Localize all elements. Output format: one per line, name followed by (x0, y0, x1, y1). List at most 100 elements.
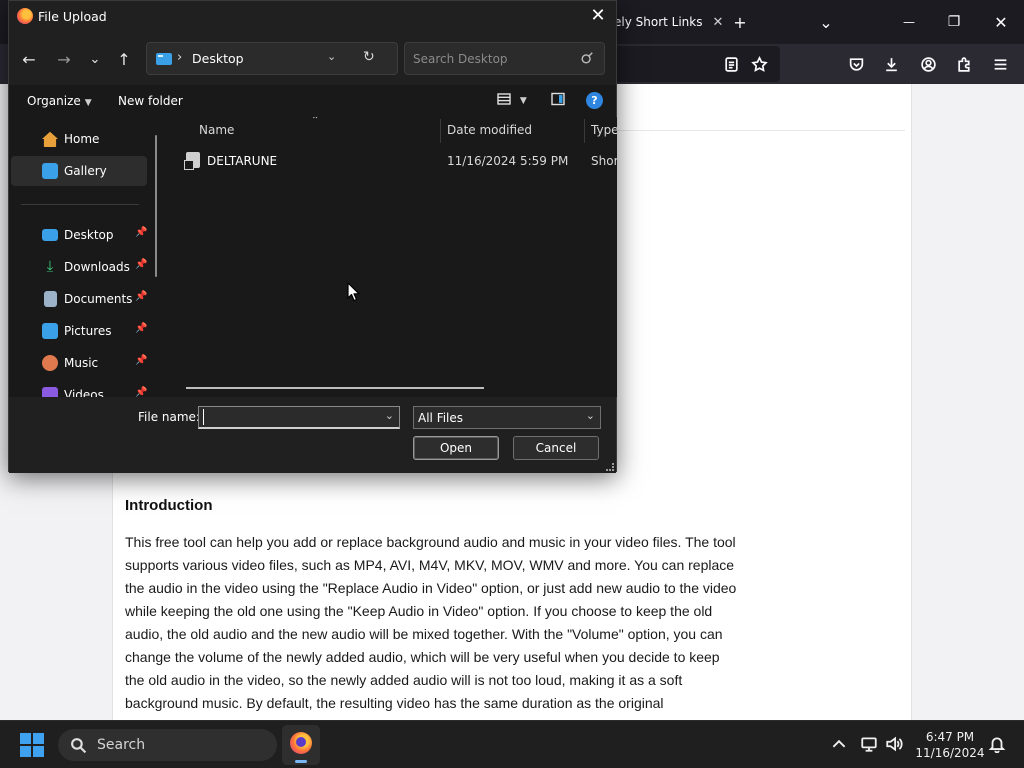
taskbar-search-label: Search (97, 737, 146, 753)
sidebar-item-pictures[interactable]: Pictures 📌 (11, 316, 147, 346)
resize-grip[interactable] (606, 463, 614, 471)
sidebar-item-label: Home (64, 132, 100, 146)
pin-icon[interactable]: 📌 (135, 291, 147, 302)
address-bar[interactable]: › Desktop ⌄ ↻ (146, 42, 398, 75)
shortcut-file-icon (184, 152, 200, 170)
pin-icon[interactable]: 📌 (135, 323, 147, 334)
sort-ascending-icon: ⌃ (311, 117, 320, 126)
navigation-pane: Home Gallery Desktop 📌 ⤓ Downloads 📌 Doc… (9, 117, 167, 397)
tab-short-links[interactable]: ely Short Links ✕ (614, 8, 723, 36)
search-icon (581, 52, 593, 64)
tab-close-icon[interactable]: ✕ (712, 15, 723, 30)
dialog-title: File Upload (38, 9, 107, 24)
file-list: ⌃ Name Date modified Type DELTARUNE 11/1… (167, 117, 617, 397)
taskbar-search[interactable]: Search (58, 729, 277, 761)
sidebar-item-label: Gallery (64, 164, 107, 178)
sidebar-item-gallery[interactable]: Gallery (11, 156, 147, 186)
breadcrumb-separator-icon: › (177, 50, 183, 65)
pin-icon[interactable]: 📌 (135, 227, 147, 238)
forward-arrow-icon[interactable]: → (52, 47, 76, 71)
sidebar-item-music[interactable]: Music 📌 (11, 348, 147, 378)
downloads-icon[interactable] (879, 52, 903, 76)
close-window-button[interactable]: ✕ (988, 10, 1014, 34)
sidebar-item-label: Downloads (64, 260, 130, 274)
sidebar-item-label: Pictures (64, 324, 112, 338)
pin-icon[interactable]: 📌 (135, 355, 147, 366)
chevron-down-icon[interactable]: ⌄ (385, 409, 394, 422)
horizontal-scrollbar[interactable] (186, 387, 484, 389)
sidebar-item-documents[interactable]: Documents 📌 (11, 284, 147, 314)
extensions-icon[interactable] (952, 52, 976, 76)
documents-icon (44, 291, 57, 307)
minimize-button[interactable]: — (896, 10, 922, 34)
sidebar-item-downloads[interactable]: ⤓ Downloads 📌 (11, 252, 148, 282)
sidebar-item-videos[interactable]: Videos 📌 (11, 380, 147, 397)
help-icon[interactable]: ? (586, 92, 603, 109)
column-separator[interactable] (440, 119, 441, 143)
sidebar-item-label: Desktop (64, 228, 114, 242)
chevron-up-icon[interactable] (830, 735, 848, 757)
column-separator[interactable] (584, 119, 585, 143)
windows-start-icon[interactable] (20, 733, 44, 757)
search-box[interactable] (404, 42, 605, 75)
file-date: 11/16/2024 5:59 PM (447, 154, 569, 168)
firefox-icon (17, 8, 33, 24)
up-arrow-icon[interactable]: ↑ (112, 47, 136, 71)
tab-label: ely Short Links (614, 15, 703, 29)
view-options-button[interactable]: ▼ (496, 91, 527, 110)
pocket-icon[interactable] (844, 52, 868, 76)
restore-button[interactable]: ❐ (941, 10, 967, 34)
address-dropdown-icon[interactable]: ⌄ (327, 50, 336, 63)
refresh-icon[interactable]: ↻ (363, 49, 375, 65)
sidebar-item-home[interactable]: Home (11, 124, 147, 154)
back-arrow-icon[interactable]: ← (17, 47, 41, 71)
account-icon[interactable] (916, 52, 940, 76)
sidebar-scrollbar[interactable] (155, 135, 157, 277)
pin-icon[interactable]: 📌 (135, 387, 147, 397)
file-name: DELTARUNE (207, 154, 278, 168)
reader-view-icon[interactable] (719, 52, 743, 76)
new-folder-button[interactable]: New folder (118, 94, 183, 108)
column-header-name[interactable]: Name (199, 123, 234, 137)
file-type-filter-value: All Files (418, 411, 464, 425)
cancel-button[interactable]: Cancel (513, 436, 599, 460)
breadcrumb-desktop[interactable]: Desktop (192, 51, 244, 66)
firefox-taskbar-icon[interactable] (282, 725, 320, 765)
pin-icon[interactable]: 📌 (135, 259, 147, 270)
sidebar-item-desktop[interactable]: Desktop 📌 (11, 220, 147, 250)
column-header-type[interactable]: Type (591, 123, 617, 137)
file-name-input[interactable] (203, 409, 379, 425)
volume-icon[interactable] (885, 735, 903, 757)
file-row[interactable]: DELTARUNE 11/16/2024 5:59 PM Short (181, 150, 617, 172)
dialog-close-button[interactable]: ✕ (586, 5, 610, 29)
sidebar-item-label: Music (64, 356, 99, 370)
download-icon: ⤓ (46, 257, 54, 275)
file-upload-dialog: File Upload ✕ ← → ⌄ ↑ › Desktop ⌄ ↻ Orga… (8, 0, 617, 473)
music-icon (42, 355, 58, 371)
preview-pane-button[interactable] (550, 91, 566, 110)
file-type-filter[interactable]: All Files ⌄ (413, 406, 601, 429)
bookmark-star-icon[interactable] (747, 52, 771, 76)
preview-pane-icon (551, 92, 565, 106)
file-name-combobox[interactable]: ⌄ (198, 406, 400, 429)
column-header-date[interactable]: Date modified (447, 123, 532, 137)
chevron-down-icon: ⌄ (585, 409, 595, 422)
search-icon (71, 737, 87, 753)
videos-icon (42, 387, 58, 397)
organize-button[interactable]: Organize ▼ (27, 94, 92, 108)
menu-icon[interactable] (988, 52, 1012, 76)
open-button[interactable]: Open (413, 436, 499, 460)
network-icon[interactable] (860, 735, 878, 757)
taskbar: Search 6:47 PM 11/16/2024 (0, 720, 1024, 768)
clock[interactable]: 6:47 PM 11/16/2024 (914, 729, 986, 761)
desktop-folder-icon (156, 53, 172, 65)
list-all-tabs-button[interactable]: ⌄ (813, 10, 839, 34)
sidebar-item-label: Videos (64, 388, 104, 397)
notification-bell-icon[interactable] (988, 735, 1006, 757)
dialog-title-bar[interactable]: File Upload ✕ (9, 1, 616, 33)
search-input[interactable] (413, 50, 573, 68)
recent-locations-chevron-icon[interactable]: ⌄ (83, 47, 107, 71)
file-type: Short (591, 154, 617, 168)
list-view-icon (497, 93, 511, 105)
new-tab-button[interactable]: + (727, 10, 753, 34)
